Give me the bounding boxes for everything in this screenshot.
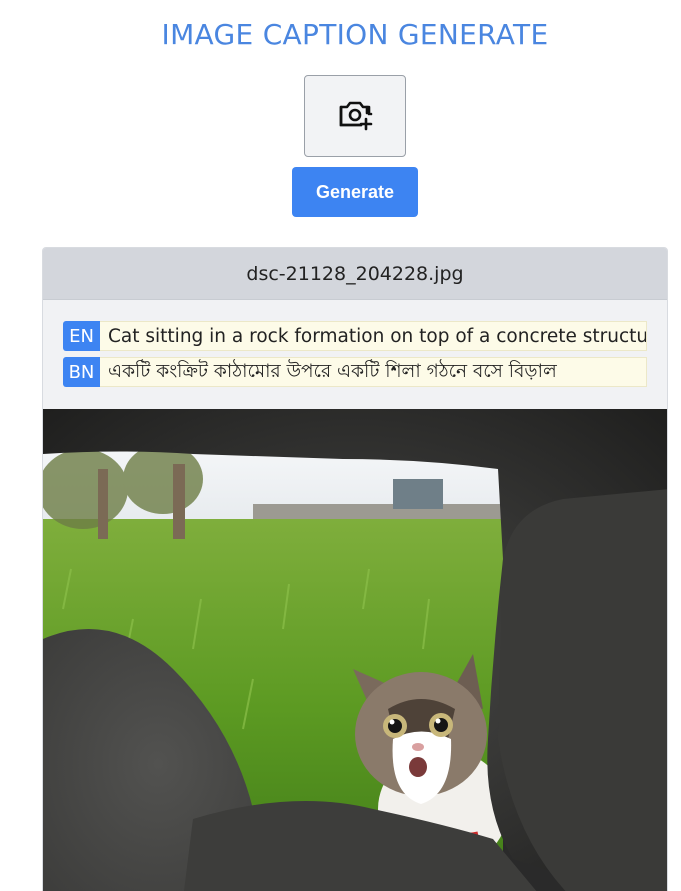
caption-result-card: dsc-21128_204228.jpg EN Cat sitting in a…	[42, 247, 668, 891]
caption-text-bn: একটি কংক্রিট কাঠামোর উপরে একটি শিলা গঠনে…	[100, 357, 647, 387]
language-badge-bn: BN	[63, 357, 100, 387]
language-badge-en: EN	[63, 321, 100, 351]
uploaded-photo	[43, 409, 667, 891]
filename-header: dsc-21128_204228.jpg	[43, 248, 667, 300]
caption-row-en: EN Cat sitting in a rock formation on to…	[63, 321, 647, 351]
caption-row-bn: BN একটি কংক্রিট কাঠামোর উপরে একটি শিলা গ…	[63, 357, 647, 387]
camera-plus-icon	[337, 97, 373, 136]
page-title: IMAGE CAPTION GENERATE	[161, 18, 549, 51]
caption-text-en: Cat sitting in a rock formation on top o…	[100, 321, 647, 351]
captions-list: EN Cat sitting in a rock formation on to…	[43, 300, 667, 409]
upload-image-button[interactable]	[304, 75, 406, 157]
generate-button[interactable]: Generate	[292, 167, 418, 217]
